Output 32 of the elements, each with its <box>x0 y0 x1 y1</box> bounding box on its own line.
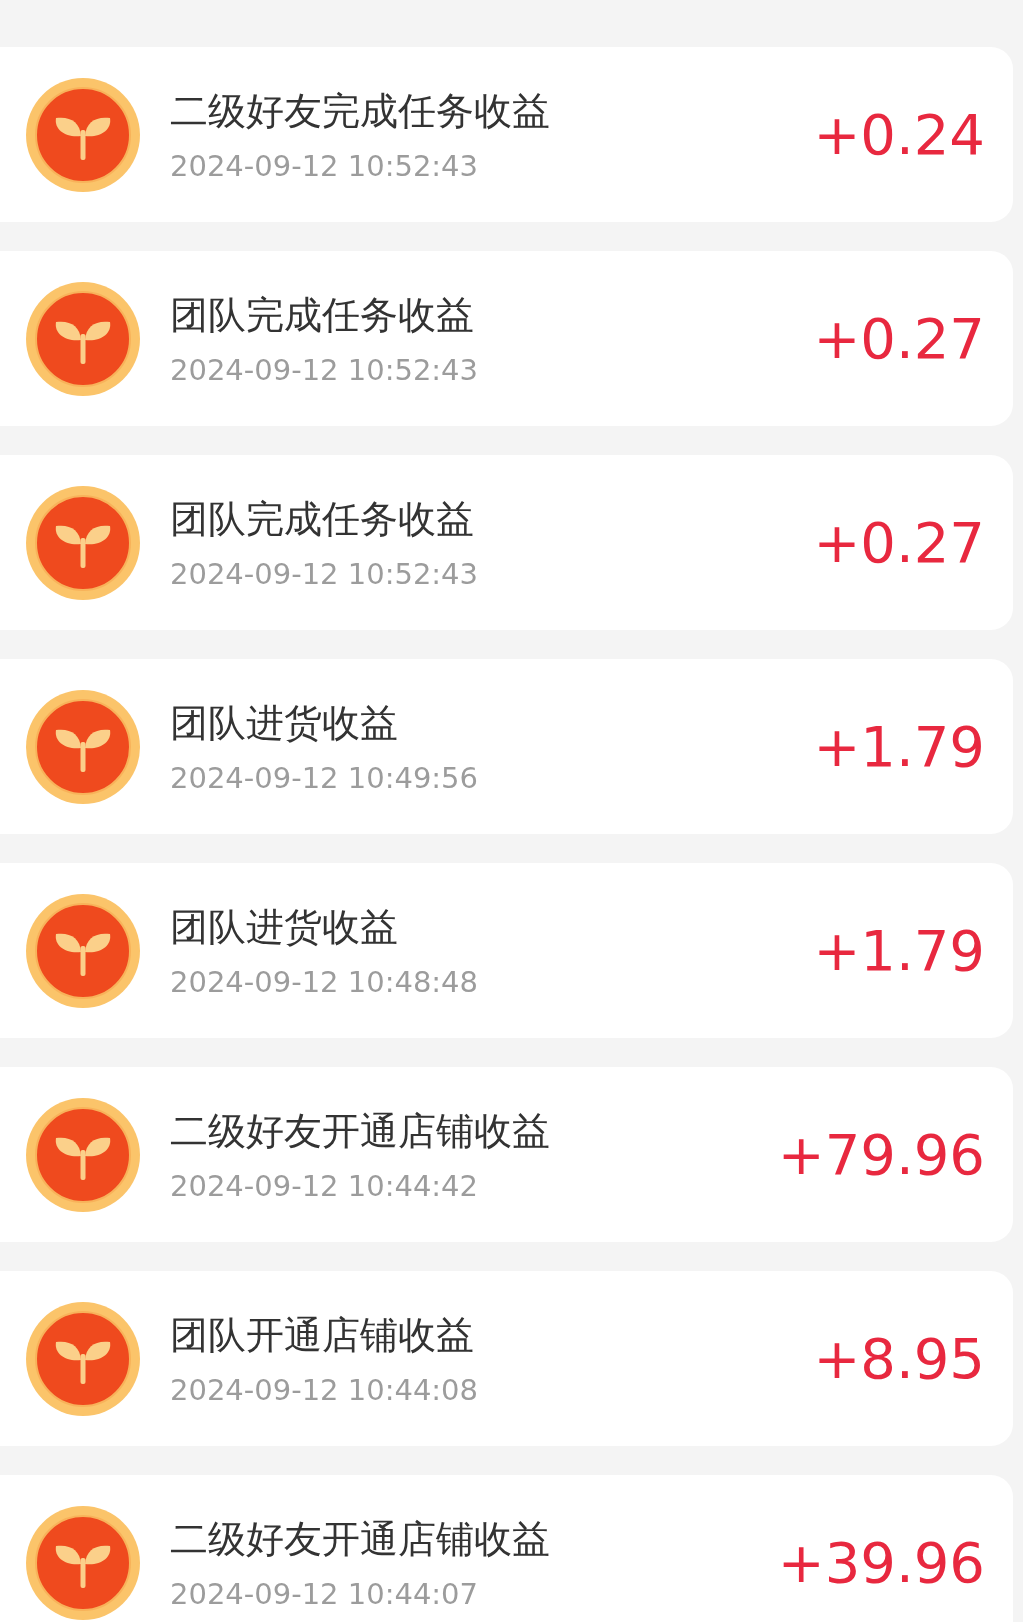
record-time: 2024-09-12 10:44:08 <box>170 1373 479 1407</box>
sprout-coin-icon <box>26 1505 140 1620</box>
sprout-coin-icon <box>26 1301 140 1416</box>
sprout-coin-icon <box>26 281 140 396</box>
sprout-coin-icon <box>26 77 140 192</box>
record-amount: +0.27 <box>813 510 985 575</box>
record-time: 2024-09-12 10:44:07 <box>170 1577 479 1611</box>
record-amount: +39.96 <box>777 1530 985 1595</box>
record-amount: +1.79 <box>813 714 985 779</box>
record-amount: +0.27 <box>813 306 985 371</box>
record-amount: +1.79 <box>813 918 985 983</box>
record-time: 2024-09-12 10:52:43 <box>170 557 479 591</box>
record-time: 2024-09-12 10:52:43 <box>170 353 479 387</box>
sprout-coin-icon <box>26 689 140 804</box>
record-time: 2024-09-12 10:44:42 <box>170 1169 479 1203</box>
record-amount: +79.96 <box>777 1122 985 1187</box>
record-amount: +8.95 <box>813 1326 985 1391</box>
record-title: 团队完成任务收益 <box>170 496 475 543</box>
record-title: 二级好友开通店铺收益 <box>170 1516 551 1563</box>
record-title: 团队进货收益 <box>170 904 399 951</box>
record-title: 团队进货收益 <box>170 700 399 747</box>
record-title: 团队开通店铺收益 <box>170 1312 475 1359</box>
record-title: 团队完成任务收益 <box>170 292 475 339</box>
record-time: 2024-09-12 10:52:43 <box>170 149 479 183</box>
record-title: 二级好友完成任务收益 <box>170 88 551 135</box>
record-time: 2024-09-12 10:49:56 <box>170 761 479 795</box>
sprout-coin-icon <box>26 1097 140 1212</box>
record-amount: +0.24 <box>813 102 985 167</box>
sprout-coin-icon <box>26 485 140 600</box>
record-title: 二级好友开通店铺收益 <box>170 1108 551 1155</box>
record-time: 2024-09-12 10:48:48 <box>170 965 479 999</box>
sprout-coin-icon <box>26 893 140 1008</box>
